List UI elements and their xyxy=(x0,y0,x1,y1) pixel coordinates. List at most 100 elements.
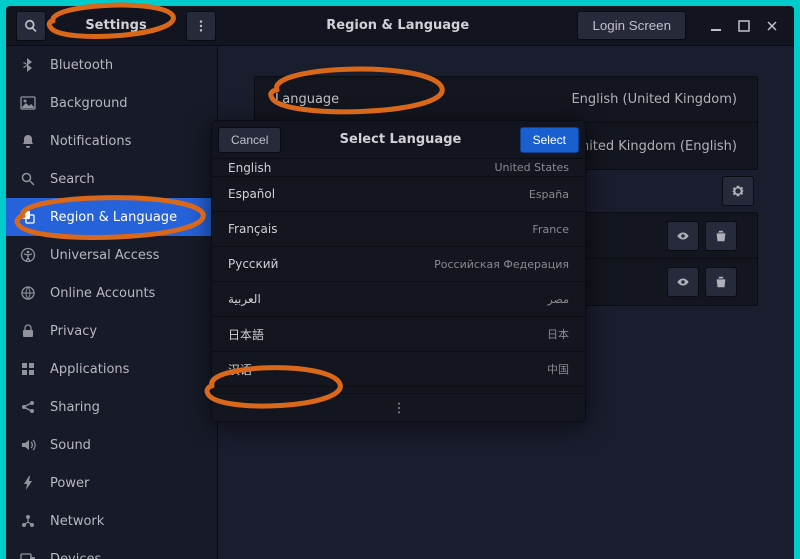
close-icon xyxy=(766,20,778,32)
input-sources-settings[interactable] xyxy=(722,176,754,206)
gear-icon xyxy=(731,184,745,198)
maximize-icon xyxy=(738,20,750,32)
language-region: Российская Федерация xyxy=(434,258,569,271)
language-row[interactable]: Русский Российская Федерация xyxy=(212,247,585,282)
minimize-button[interactable] xyxy=(705,15,727,37)
sidebar: Bluetooth Background Notifications Searc… xyxy=(6,46,218,559)
remove-source-button[interactable] xyxy=(705,267,737,297)
sidebar-item-privacy[interactable]: Privacy xyxy=(6,312,217,350)
lock-icon xyxy=(20,323,36,339)
login-screen-button[interactable]: Login Screen xyxy=(577,11,686,40)
language-name: Français xyxy=(228,222,277,236)
sidebar-item-universal-access[interactable]: Universal Access xyxy=(6,236,217,274)
language-row[interactable]: Français France xyxy=(212,212,585,247)
sidebar-item-region-language[interactable]: Region & Language xyxy=(6,198,217,236)
language-name: 汉语 xyxy=(228,361,252,378)
language-list[interactable]: English United States Español España Fra… xyxy=(212,159,585,393)
sidebar-title: Settings xyxy=(48,18,184,33)
sidebar-item-applications[interactable]: Applications xyxy=(6,350,217,388)
trash-icon xyxy=(714,229,728,243)
remove-source-button[interactable] xyxy=(705,221,737,251)
sidebar-item-label: Privacy xyxy=(50,324,97,339)
language-row[interactable]: العربية مصر xyxy=(212,282,585,317)
accessibility-icon xyxy=(20,247,36,263)
sidebar-item-power[interactable]: Power xyxy=(6,464,217,502)
trash-icon xyxy=(714,275,728,289)
language-region: España xyxy=(529,188,569,201)
sidebar-item-sharing[interactable]: Sharing xyxy=(6,388,217,426)
language-name: 日本語 xyxy=(228,326,264,343)
close-button[interactable] xyxy=(761,15,783,37)
search-icon xyxy=(20,171,36,187)
power-icon xyxy=(20,475,36,491)
minimize-icon xyxy=(710,20,722,32)
language-row[interactable]: 日本語 日本 xyxy=(212,317,585,352)
language-region: 日本 xyxy=(547,326,569,342)
language-region: 中国 xyxy=(547,361,569,377)
cancel-button[interactable]: Cancel xyxy=(218,127,281,153)
sound-icon xyxy=(20,437,36,453)
sidebar-item-label: Devices xyxy=(50,552,101,559)
show-layout-button[interactable] xyxy=(667,267,699,297)
sidebar-item-label: Online Accounts xyxy=(50,286,155,301)
sidebar-item-notifications[interactable]: Notifications xyxy=(6,122,217,160)
formats-row-value: United Kingdom (English) xyxy=(571,139,737,154)
eye-icon xyxy=(676,275,690,289)
sidebar-item-label: Search xyxy=(50,172,95,187)
sidebar-item-background[interactable]: Background xyxy=(6,84,217,122)
language-region: France xyxy=(532,223,569,236)
sidebar-item-label: Power xyxy=(50,476,89,491)
select-button[interactable]: Select xyxy=(520,127,579,153)
sidebar-item-network[interactable]: Network xyxy=(6,502,217,540)
sidebar-item-bluetooth[interactable]: Bluetooth xyxy=(6,46,217,84)
background-icon xyxy=(20,95,36,111)
language-row[interactable]: 汉语 中国 xyxy=(212,352,585,387)
titlebar-left: Settings xyxy=(6,11,218,41)
language-name: English xyxy=(228,161,271,175)
apps-icon xyxy=(20,361,36,377)
language-name: Español xyxy=(228,187,275,201)
kebab-icon xyxy=(392,401,406,415)
share-icon xyxy=(20,399,36,415)
dialog-header: Cancel Select Language Select xyxy=(212,121,585,159)
language-row[interactable]: Español España xyxy=(212,177,585,212)
sidebar-item-search[interactable]: Search xyxy=(6,160,217,198)
bluetooth-icon xyxy=(20,57,36,73)
select-language-dialog: Cancel Select Language Select English Un… xyxy=(211,120,586,422)
language-row-label: Language xyxy=(275,92,339,107)
maximize-button[interactable] xyxy=(733,15,755,37)
globe-icon xyxy=(20,285,36,301)
titlebar: Settings Region & Language Login Screen xyxy=(6,6,794,46)
language-name: Русский xyxy=(228,257,278,271)
language-row[interactable]: English United States xyxy=(212,159,585,177)
language-row-value: English (United Kingdom) xyxy=(571,92,737,107)
page-title: Region & Language xyxy=(218,18,577,33)
sidebar-item-sound[interactable]: Sound xyxy=(6,426,217,464)
show-layout-button[interactable] xyxy=(667,221,699,251)
titlebar-right: Login Screen xyxy=(577,11,794,40)
eye-icon xyxy=(676,229,690,243)
menu-button[interactable] xyxy=(186,11,216,41)
sidebar-item-label: Sound xyxy=(50,438,91,453)
search-button[interactable] xyxy=(16,11,46,41)
dialog-title: Select Language xyxy=(340,132,462,147)
sidebar-item-label: Bluetooth xyxy=(50,58,113,73)
search-icon xyxy=(24,19,38,33)
sidebar-item-devices[interactable]: Devices xyxy=(6,540,217,559)
region-icon xyxy=(20,209,36,225)
sidebar-item-label: Universal Access xyxy=(50,248,159,263)
sidebar-item-label: Applications xyxy=(50,362,129,377)
sidebar-item-online-accounts[interactable]: Online Accounts xyxy=(6,274,217,312)
sidebar-item-label: Network xyxy=(50,514,104,529)
kebab-icon xyxy=(194,19,208,33)
language-name: العربية xyxy=(228,292,261,306)
sidebar-item-label: Region & Language xyxy=(50,210,177,225)
network-icon xyxy=(20,513,36,529)
bell-icon xyxy=(20,133,36,149)
language-region: United States xyxy=(495,161,570,174)
sidebar-item-label: Sharing xyxy=(50,400,100,415)
devices-icon xyxy=(20,551,36,559)
language-region: مصر xyxy=(547,293,569,306)
language-row[interactable]: Language English (United Kingdom) xyxy=(255,77,757,123)
more-languages-button[interactable] xyxy=(212,393,585,421)
